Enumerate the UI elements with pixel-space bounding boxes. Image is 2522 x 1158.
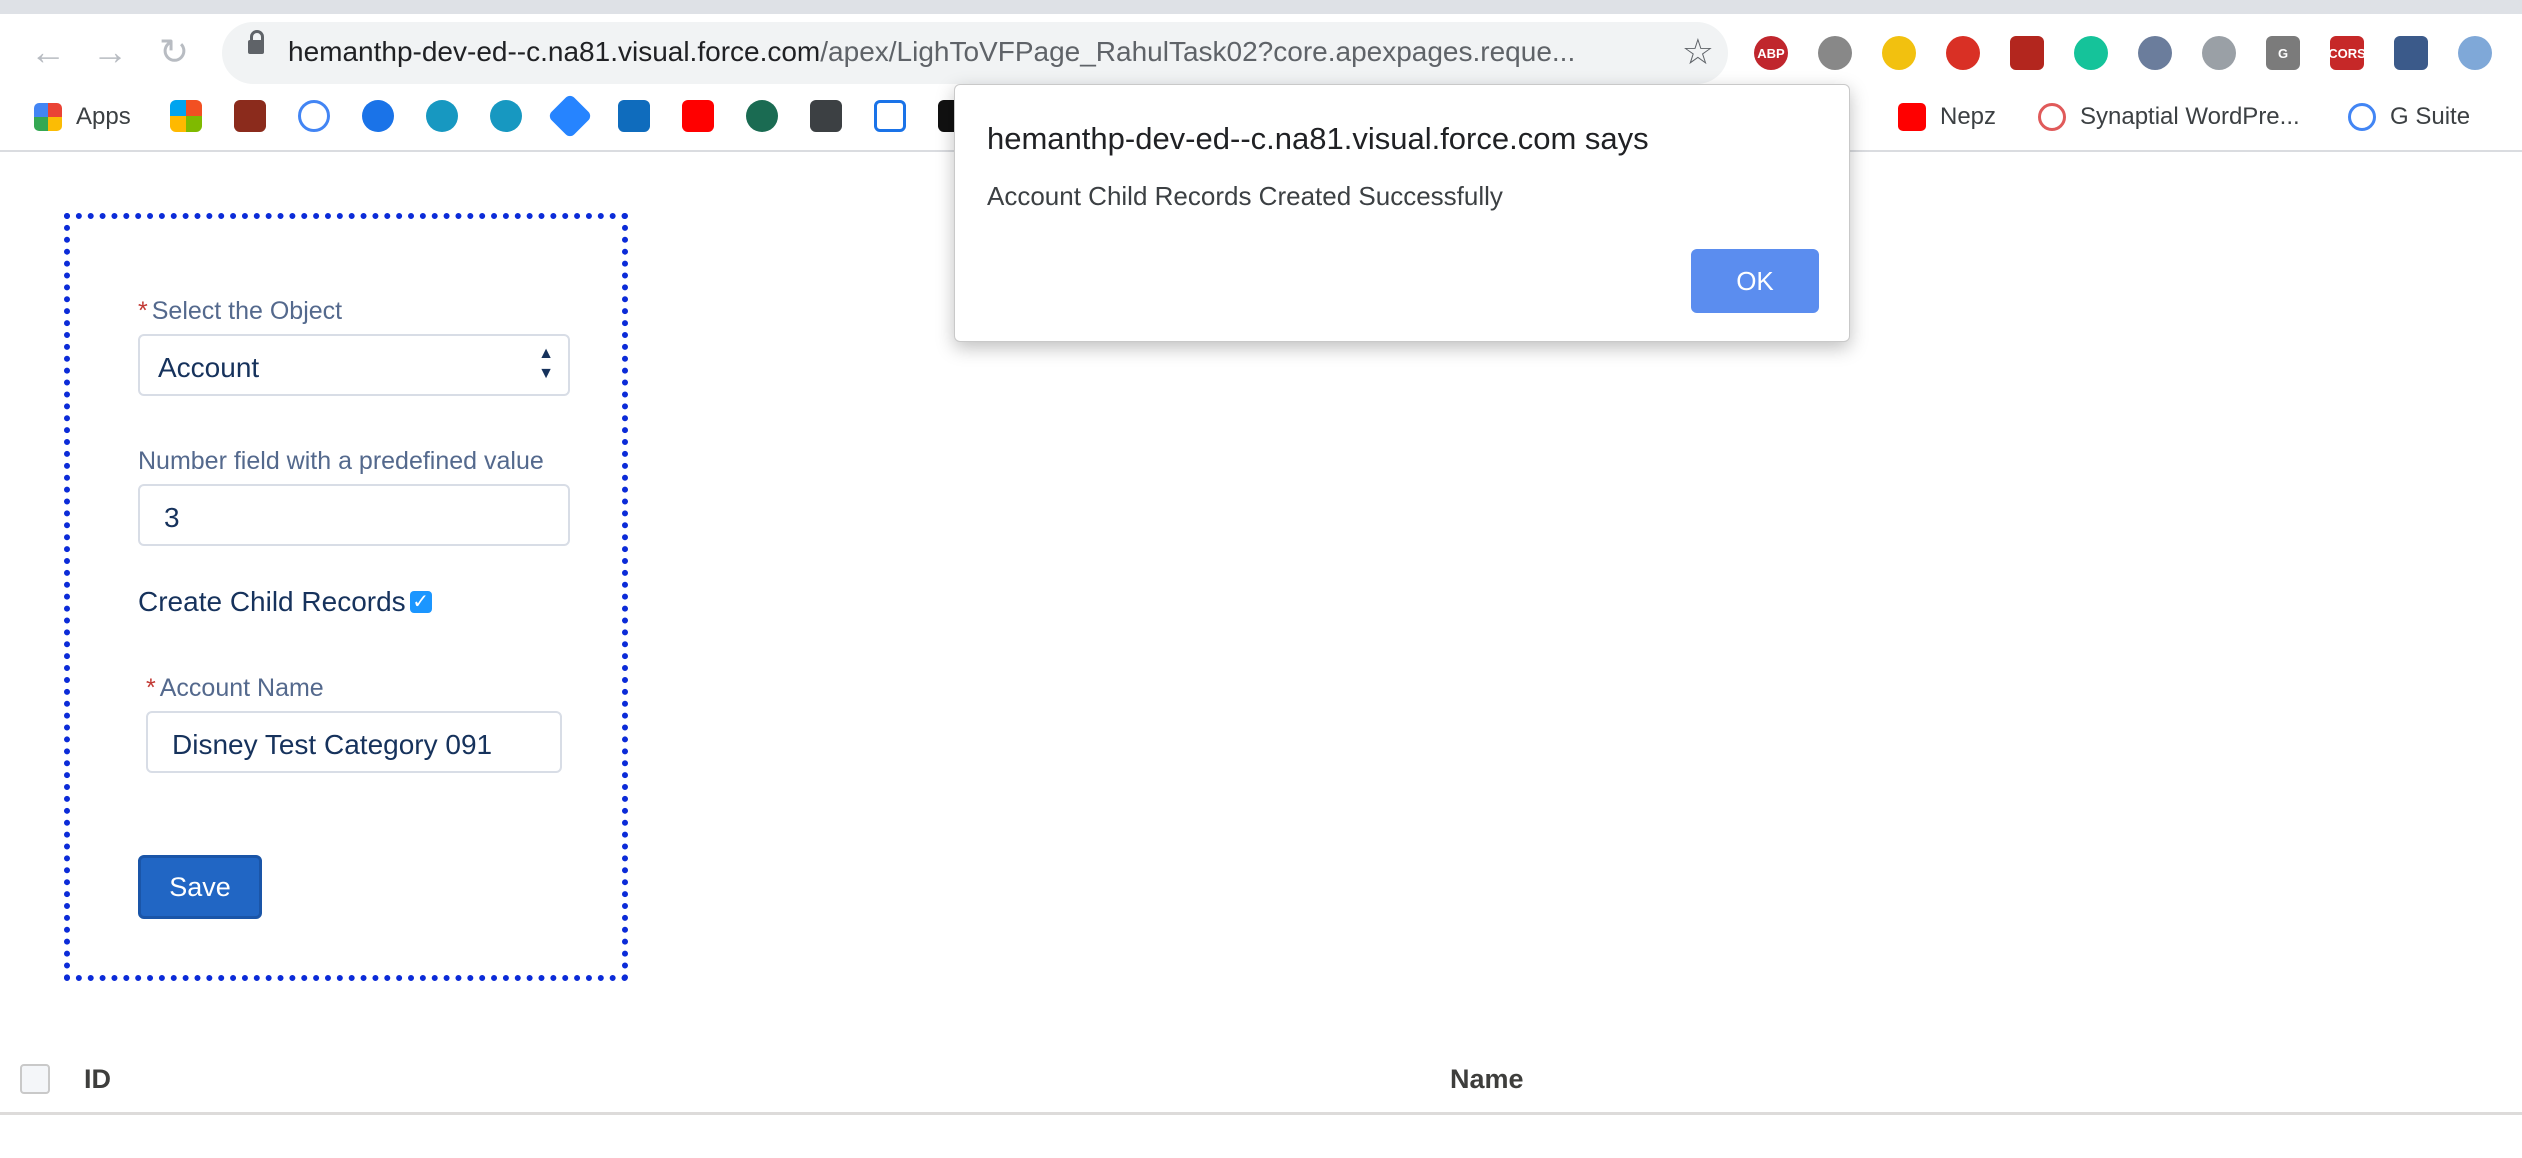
ok-button[interactable]: OK	[1691, 249, 1819, 313]
outlook-bookmark-icon[interactable]	[618, 100, 650, 132]
code-braces-bookmark-icon[interactable]	[810, 100, 842, 132]
bookmark-synaptial[interactable]: Synaptial WordPre...	[2038, 100, 2300, 134]
extension-icon-9[interactable]: G	[2266, 36, 2300, 70]
extension-icon-3[interactable]	[1882, 36, 1916, 70]
url-host: hemanthp-dev-ed--c.na81.visual.force.com	[288, 36, 821, 67]
bookmark-label: G Suite	[2390, 103, 2471, 130]
forward-icon[interactable]: →	[88, 30, 132, 74]
account-name-input[interactable]: Disney Test Category 091	[146, 711, 562, 773]
required-marker: *	[146, 674, 156, 702]
onedrive-bookmark-icon[interactable]	[362, 100, 394, 132]
bookmark-icon-2[interactable]	[234, 100, 266, 132]
select-arrows-icon: ▲ ▼	[538, 345, 554, 382]
bookmark-gsuite[interactable]: G Suite	[2348, 100, 2470, 134]
layout-bookmark-icon[interactable]	[874, 100, 906, 132]
url-text: hemanthp-dev-ed--c.na81.visual.force.com…	[288, 36, 1575, 68]
bookmark-apps[interactable]: Apps	[34, 100, 131, 134]
column-header-name[interactable]: Name	[1450, 1064, 1524, 1095]
adblock-extension-icon[interactable]: ABP	[1754, 36, 1788, 70]
alert-dialog: hemanthp-dev-ed--c.na81.visual.force.com…	[954, 84, 1850, 342]
tab-strip	[0, 0, 2522, 14]
back-icon[interactable]: ←	[26, 30, 70, 74]
required-marker: *	[138, 297, 148, 325]
dialog-title: hemanthp-dev-ed--c.na81.visual.force.com…	[987, 121, 1649, 156]
lifebuoy-icon	[2038, 103, 2066, 131]
cloud-extension-icon[interactable]	[2202, 36, 2236, 70]
table-header-divider	[0, 1112, 2522, 1115]
child-records-label: Create Child Records	[138, 586, 406, 617]
records-table-header: ID Name	[0, 1048, 2522, 1114]
column-header-id[interactable]: ID	[84, 1064, 111, 1095]
object-label: * Select the Object	[138, 297, 342, 326]
youtube-bookmark-icon[interactable]	[682, 100, 714, 132]
child-records-row: Create Child Records ✓	[138, 586, 432, 618]
extension-icon-2[interactable]	[1818, 36, 1852, 70]
salesforce-bookmark-icon[interactable]	[426, 100, 458, 132]
youtube-icon	[1898, 103, 1926, 131]
bookmark-star-icon[interactable]: ☆	[1682, 31, 1714, 73]
salesforce-bookmark-icon-2[interactable]	[490, 100, 522, 132]
object-label-text: Select the Object	[151, 297, 343, 325]
dialog-message: Account Child Records Created Successful…	[987, 181, 1503, 211]
url-path: /apex/LighToVFPage_RahulTask02?core.apex…	[820, 36, 1576, 67]
number-label: Number field with a predefined value	[138, 447, 544, 475]
extension-icon-7[interactable]	[2138, 36, 2172, 70]
apps-grid-icon	[34, 103, 62, 131]
bookmark-label: Nepz	[1940, 103, 1997, 130]
number-input-value: 3	[164, 502, 180, 533]
stop-hand-extension-icon[interactable]	[1946, 36, 1980, 70]
microsoft-bookmark-icon[interactable]	[170, 100, 202, 132]
form-card: * Select the Object Account ▲ ▼ Number fie…	[64, 213, 628, 981]
object-select-value: Account	[158, 352, 260, 383]
save-button[interactable]: Save	[138, 855, 262, 919]
lock-icon	[248, 30, 264, 54]
trailhead-bookmark-icon[interactable]	[746, 100, 778, 132]
bookmark-label: Synaptial WordPre...	[2080, 103, 2300, 130]
extension-icon-11[interactable]	[2394, 36, 2428, 70]
account-name-value: Disney Test Category 091	[172, 729, 493, 760]
bookmark-label: Apps	[76, 103, 131, 130]
address-bar[interactable]: hemanthp-dev-ed--c.na81.visual.force.com…	[222, 22, 1728, 84]
account-name-label: * Account Name	[146, 674, 324, 703]
google-bookmark-icon[interactable]	[298, 100, 330, 132]
select-all-checkbox[interactable]	[20, 1064, 50, 1094]
bookmark-nepz[interactable]: Nepz	[1898, 100, 1996, 134]
cors-extension-icon[interactable]: CORS	[2328, 36, 2366, 70]
number-input[interactable]: 3	[138, 484, 570, 546]
salesforce-extension-icon[interactable]	[2458, 36, 2492, 70]
account-name-label-text: Account Name	[159, 674, 324, 702]
object-select[interactable]: Account ▲ ▼	[138, 334, 570, 396]
grammarly-extension-icon[interactable]	[2074, 36, 2108, 70]
extension-icon-5[interactable]	[2010, 36, 2044, 70]
google-icon	[2348, 103, 2376, 131]
reload-icon[interactable]: ↻	[152, 30, 196, 74]
child-records-checkbox[interactable]: ✓	[409, 591, 432, 613]
